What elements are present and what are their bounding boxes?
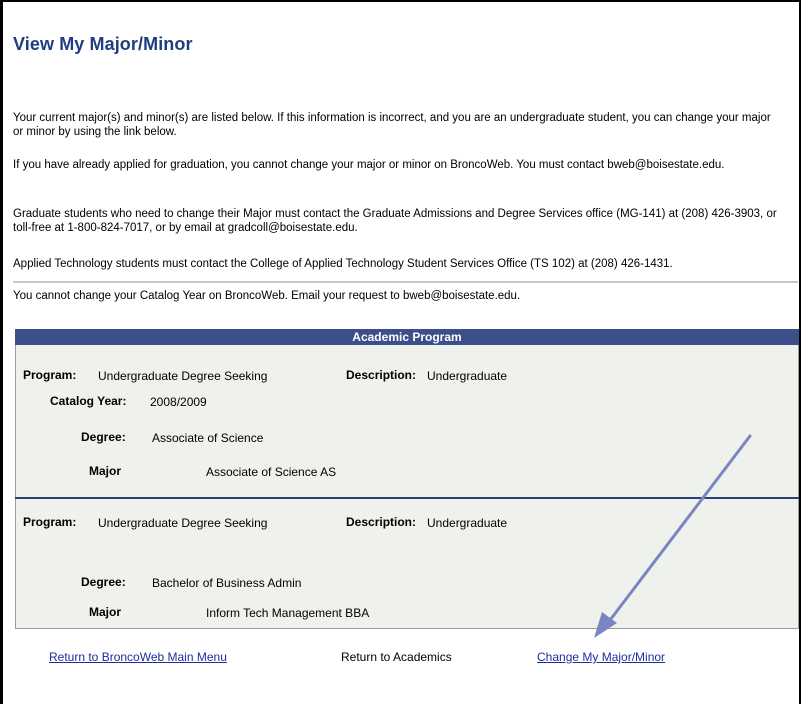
return-main-menu-link[interactable]: Return to BroncoWeb Main Menu (49, 650, 227, 664)
page-title: View My Major/Minor (13, 34, 193, 54)
catalog-year-notice: You cannot change your Catalog Year on B… (13, 290, 521, 302)
description-label: Description: (346, 515, 417, 529)
graduate-notice: Graduate students who need to change the… (13, 208, 777, 234)
program-divider (15, 497, 799, 499)
degree-value: Bachelor of Business Admin (152, 576, 302, 590)
program-label: Program: (23, 515, 77, 529)
applied-technology-notice: Applied Technology students must contact… (13, 258, 673, 270)
intro-paragraph: Your current major(s) and minor(s) are l… (13, 112, 771, 138)
major-value: Associate of Science AS (206, 465, 337, 479)
description-value: Undergraduate (427, 516, 508, 530)
return-academics-text[interactable]: Return to Academics (341, 650, 452, 664)
description-value: Undergraduate (427, 369, 508, 383)
degree-value: Associate of Science (152, 431, 264, 445)
catalog-year-value: 2008/2009 (150, 395, 207, 409)
degree-label: Degree: (81, 430, 126, 444)
major-label: Major (89, 605, 122, 619)
catalog-year-label: Catalog Year: (50, 394, 127, 408)
degree-label: Degree: (81, 575, 126, 589)
change-major-minor-link[interactable]: Change My Major/Minor (537, 650, 665, 664)
graduation-notice: If you have already applied for graduati… (13, 159, 725, 171)
major-value: Inform Tech Management BBA (206, 606, 370, 620)
divider (13, 281, 798, 283)
program-value: Undergraduate Degree Seeking (98, 516, 268, 530)
academic-program-header: Academic Program (15, 329, 799, 345)
major-label: Major (89, 464, 122, 478)
program-value: Undergraduate Degree Seeking (98, 369, 268, 383)
description-label: Description: (346, 368, 417, 382)
program-label: Program: (23, 368, 77, 382)
